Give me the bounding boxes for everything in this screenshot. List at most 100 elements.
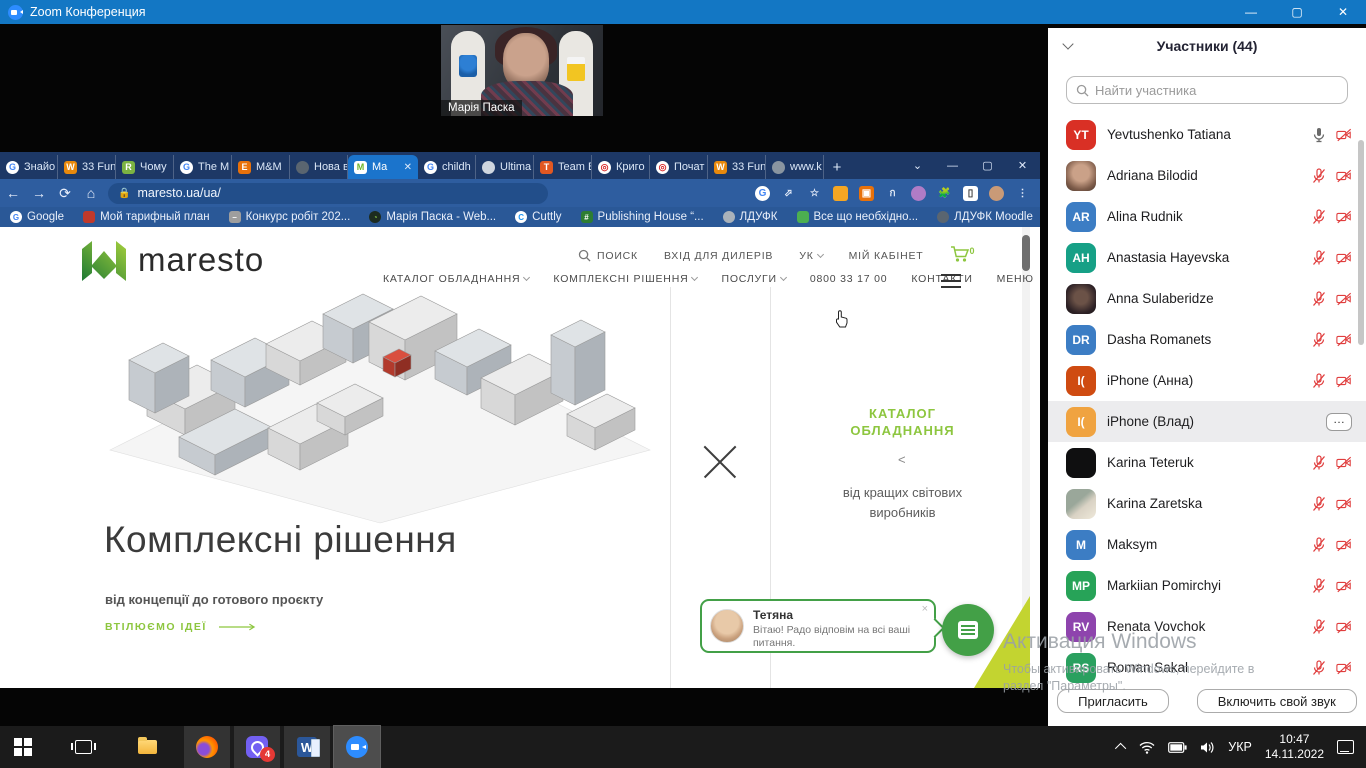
mic-muted-icon[interactable] — [1311, 455, 1327, 471]
bookmark-item[interactable]: ЛДУФК Moodle — [937, 211, 1033, 223]
browser-tab[interactable]: ◎Криго — [592, 155, 650, 179]
minimize-button[interactable]: — — [1228, 0, 1274, 24]
participant-row[interactable]: Karina Zaretska — [1048, 483, 1366, 524]
profile-avatar[interactable] — [989, 186, 1004, 201]
participant-search-input[interactable] — [1095, 83, 1338, 98]
site-search-button[interactable]: ПОИСК — [578, 249, 638, 262]
camera-muted-icon[interactable] — [1336, 209, 1352, 225]
file-explorer-button[interactable] — [124, 726, 170, 768]
mic-on-icon[interactable] — [1311, 127, 1327, 143]
participant-row[interactable]: RSRoman Sakal — [1048, 647, 1366, 688]
home-icon[interactable]: ⌂ — [78, 185, 104, 201]
mic-muted-icon[interactable] — [1311, 291, 1327, 307]
browser-tab[interactable]: www.k — [766, 155, 824, 179]
bookmark-item[interactable]: ЛДУФК — [723, 211, 778, 223]
participant-row[interactable]: Karina Teteruk — [1048, 442, 1366, 483]
browser-tab[interactable]: RЧому — [116, 155, 174, 179]
main-nav-item[interactable]: 0800 33 17 00 — [810, 273, 888, 285]
mic-muted-icon[interactable] — [1311, 250, 1327, 266]
mic-muted-icon[interactable] — [1311, 578, 1327, 594]
camera-muted-icon[interactable] — [1336, 455, 1352, 471]
mic-muted-icon[interactable] — [1311, 537, 1327, 553]
participant-row[interactable]: ARAlina Rudnik — [1048, 196, 1366, 237]
participant-row[interactable]: I(iPhone (Анна) — [1048, 360, 1366, 401]
tab-search-chevron-icon[interactable]: ⌄ — [900, 159, 935, 172]
participant-row[interactable]: YTYevtushenko Tatiana — [1048, 114, 1366, 155]
camera-muted-icon[interactable] — [1336, 373, 1352, 389]
chat-widget-button[interactable] — [942, 604, 994, 656]
invite-button[interactable]: Пригласить — [1057, 689, 1169, 713]
firefox-taskbar-button[interactable] — [184, 726, 230, 768]
close-panel-icon[interactable] — [700, 442, 740, 482]
colorful-extension-icon[interactable] — [911, 186, 926, 201]
mic-muted-icon[interactable] — [1311, 168, 1327, 184]
bookmark-item[interactable]: Мой тарифный план — [83, 211, 209, 223]
bookmark-item[interactable]: ◔Марія Паска - Web... — [369, 211, 496, 223]
participant-more-button[interactable]: … — [1326, 413, 1352, 431]
browser-close-button[interactable]: ✕ — [1005, 159, 1040, 172]
mic-muted-icon[interactable] — [1311, 209, 1327, 225]
participant-row[interactable]: I(iPhone (Влад)… — [1048, 401, 1366, 442]
tray-expand-icon[interactable] — [1115, 743, 1126, 754]
browser-tab[interactable]: EM&M — [232, 155, 290, 179]
browser-tab[interactable]: Gchildh — [418, 155, 476, 179]
browser-tab-active[interactable]: MMa✕ — [348, 155, 418, 179]
panel-scrollbar-thumb[interactable] — [1358, 140, 1364, 345]
mic-muted-icon[interactable] — [1311, 373, 1327, 389]
bookmark-star-icon[interactable]: ☆ — [807, 186, 822, 201]
camera-muted-icon[interactable] — [1336, 250, 1352, 266]
camera-muted-icon[interactable] — [1336, 127, 1352, 143]
browser-tab[interactable]: GЗнайо — [0, 155, 58, 179]
browser-tab[interactable]: W33 Fun — [708, 155, 766, 179]
split-screen-icon[interactable]: ▯ — [963, 186, 978, 201]
participant-row[interactable]: Anna Sulaberidze — [1048, 278, 1366, 319]
browser-tab[interactable]: TTeam B — [534, 155, 592, 179]
participant-row[interactable]: MMaksym — [1048, 524, 1366, 565]
mic-muted-icon[interactable] — [1311, 332, 1327, 348]
antenna-extension-icon[interactable]: ก — [885, 186, 900, 201]
main-nav-item[interactable]: ПОСЛУГИ — [721, 273, 785, 285]
browser-tab[interactable]: Нова в — [290, 155, 348, 179]
viber-taskbar-button[interactable]: 4 — [234, 726, 280, 768]
participant-search[interactable] — [1066, 76, 1348, 104]
side-panel-title[interactable]: КАТАЛОГОБЛАДНАННЯ — [800, 405, 1005, 439]
menu-burger-icon[interactable] — [941, 274, 961, 288]
camera-muted-icon[interactable] — [1336, 578, 1352, 594]
page-scrollbar-thumb[interactable] — [1022, 235, 1030, 271]
my-cabinet-link[interactable]: МІЙ КАБІНЕТ — [849, 250, 924, 262]
main-nav-item[interactable]: МЕНЮ — [997, 273, 1034, 285]
address-bar[interactable]: 🔒 maresto.ua/ua/ — [108, 183, 548, 204]
camera-muted-icon[interactable] — [1336, 537, 1352, 553]
camera-muted-icon[interactable] — [1336, 660, 1352, 676]
battery-icon[interactable] — [1168, 742, 1187, 753]
forward-icon[interactable]: → — [26, 185, 52, 201]
browser-tab[interactable]: ◎Почат — [650, 155, 708, 179]
main-nav-item[interactable]: КОМПЛЕКСНІ РІШЕННЯ — [553, 273, 697, 285]
main-nav-item[interactable]: КАТАЛОГ ОБЛАДНАННЯ — [383, 273, 529, 285]
mic-muted-icon[interactable] — [1311, 619, 1327, 635]
dealers-login-link[interactable]: ВХІД ДЛЯ ДИЛЕРІВ — [664, 250, 773, 262]
participant-row[interactable]: DRDasha Romanets — [1048, 319, 1366, 360]
bookmark-item[interactable]: –Конкурс робіт 202... — [229, 211, 351, 223]
reload-icon[interactable]: ⟳ — [52, 185, 78, 202]
mic-muted-icon[interactable] — [1311, 660, 1327, 676]
bookmark-item[interactable]: CCuttly — [515, 211, 561, 223]
camera-muted-icon[interactable] — [1336, 291, 1352, 307]
chat-close-icon[interactable]: × — [922, 603, 928, 615]
keyboard-language[interactable]: УКР — [1228, 740, 1252, 754]
camera-muted-icon[interactable] — [1336, 332, 1352, 348]
mic-muted-icon[interactable] — [1311, 496, 1327, 512]
notification-center-icon[interactable] — [1337, 740, 1354, 754]
unmute-button[interactable]: Включить свой звук — [1197, 689, 1357, 713]
word-taskbar-button[interactable]: W — [284, 726, 330, 768]
orange-extension-icon[interactable]: ▣ — [859, 186, 874, 201]
browser-tab[interactable]: W33 Fun — [58, 155, 116, 179]
speaker-icon[interactable] — [1200, 741, 1215, 754]
taskbar-clock[interactable]: 10:47 14.11.2022 — [1265, 732, 1324, 762]
browser-maximize-button[interactable]: ▢ — [970, 159, 1005, 172]
maximize-button[interactable]: ▢ — [1274, 0, 1320, 24]
language-selector[interactable]: УК — [799, 250, 822, 262]
tab-close-icon[interactable]: ✕ — [404, 162, 412, 173]
side-panel-back-chevron[interactable]: < — [898, 452, 906, 467]
browser-menu-icon[interactable]: ⋮ — [1015, 186, 1030, 201]
